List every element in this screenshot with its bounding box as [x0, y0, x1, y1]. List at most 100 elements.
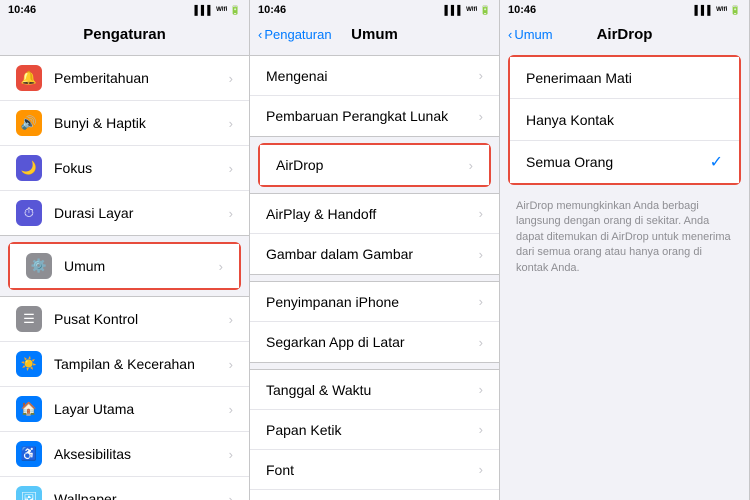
- panel1-header: Pengaturan: [0, 20, 249, 49]
- time-3: 10:46: [508, 4, 536, 16]
- row-font[interactable]: Font ›: [250, 450, 499, 490]
- display-icon: ☀️: [16, 351, 42, 377]
- panel3-header: ‹ Umum AirDrop: [500, 20, 749, 49]
- airplay-chevron: ›: [479, 206, 483, 221]
- row-sound[interactable]: 🔊 Bunyi & Haptik ›: [0, 101, 249, 146]
- background-chevron: ›: [479, 335, 483, 350]
- sound-icon: 🔊: [16, 110, 42, 136]
- option-contacts[interactable]: Hanya Kontak: [510, 99, 739, 141]
- group-top: 🔔 Pemberitahuan › 🔊 Bunyi & Haptik › 🌙 F…: [0, 55, 249, 236]
- access-chevron: ›: [229, 447, 233, 462]
- group-storage: Penyimpanan iPhone › Segarkan App di Lat…: [250, 281, 499, 363]
- wallpaper-label: Wallpaper: [54, 491, 229, 500]
- row-display[interactable]: ☀️ Tampilan & Kecerahan ›: [0, 342, 249, 387]
- row-screen[interactable]: ⏱ Durasi Layar ›: [0, 191, 249, 235]
- status-bar-3: 10:46 ▌▌▌ ᵂⁱᶠⁱ 🔋: [500, 0, 749, 20]
- update-label: Pembaruan Perangkat Lunak: [266, 108, 479, 124]
- display-label: Tampilan & Kecerahan: [54, 356, 229, 372]
- font-chevron: ›: [479, 462, 483, 477]
- option-everyone-label: Semua Orang: [526, 154, 710, 170]
- panel2-title: Umum: [351, 26, 398, 43]
- row-control[interactable]: ☰ Pusat Kontrol ›: [0, 297, 249, 342]
- airdrop-chevron: ›: [469, 158, 473, 173]
- group-control: ☰ Pusat Kontrol › ☀️ Tampilan & Keceraha…: [0, 296, 249, 500]
- about-chevron: ›: [479, 68, 483, 83]
- sound-chevron: ›: [229, 116, 233, 131]
- airdrop-list[interactable]: Penerimaan Mati Hanya Kontak Semua Orang…: [500, 49, 749, 500]
- row-general[interactable]: ⚙️ Umum ›: [10, 244, 239, 288]
- row-notif[interactable]: 🔔 Pemberitahuan ›: [0, 56, 249, 101]
- status-icons-2: ▌▌▌ ᵂⁱᶠⁱ 🔋: [445, 5, 491, 16]
- control-label: Pusat Kontrol: [54, 311, 229, 327]
- row-language[interactable]: Bahasa & Wilayah ›: [250, 490, 499, 500]
- storage-label: Penyimpanan iPhone: [266, 294, 479, 310]
- storage-chevron: ›: [479, 294, 483, 309]
- datetime-chevron: ›: [479, 382, 483, 397]
- focus-chevron: ›: [229, 161, 233, 176]
- panel2-header: ‹ Pengaturan Umum: [250, 20, 499, 49]
- airplay-label: AirPlay & Handoff: [266, 206, 479, 222]
- notif-label: Pemberitahuan: [54, 70, 229, 86]
- row-background[interactable]: Segarkan App di Latar ›: [250, 322, 499, 362]
- panel1-title: Pengaturan: [83, 26, 166, 43]
- screen-icon: ⏱: [16, 200, 42, 226]
- control-chevron: ›: [229, 312, 233, 327]
- option-everyone[interactable]: Semua Orang ✓: [510, 141, 739, 183]
- status-bar-2: 10:46 ▌▌▌ ᵂⁱᶠⁱ 🔋: [250, 0, 499, 20]
- access-icon: ♿: [16, 441, 42, 467]
- row-access[interactable]: ♿ Aksesibilitas ›: [0, 432, 249, 477]
- row-update[interactable]: Pembaruan Perangkat Lunak ›: [250, 96, 499, 136]
- row-airdrop[interactable]: AirDrop ›: [260, 145, 489, 185]
- option-off[interactable]: Penerimaan Mati: [510, 57, 739, 99]
- row-home[interactable]: 🏠 Layar Utama ›: [0, 387, 249, 432]
- home-label: Layar Utama: [54, 401, 229, 417]
- settings-panel: 10:46 ▌▌▌ ᵂⁱᶠⁱ 🔋 Pengaturan 🔔 Pemberitah…: [0, 0, 250, 500]
- wallpaper-chevron: ›: [229, 492, 233, 500]
- row-wallpaper[interactable]: 🖼 Wallpaper ›: [0, 477, 249, 500]
- focus-icon: 🌙: [16, 155, 42, 181]
- general-label: Umum: [64, 258, 219, 274]
- sound-label: Bunyi & Haptik: [54, 115, 229, 131]
- focus-label: Fokus: [54, 160, 229, 176]
- row-focus[interactable]: 🌙 Fokus ›: [0, 146, 249, 191]
- pip-label: Gambar dalam Gambar: [266, 246, 479, 262]
- general-panel: 10:46 ▌▌▌ ᵂⁱᶠⁱ 🔋 ‹ Pengaturan Umum Menge…: [250, 0, 500, 500]
- notif-chevron: ›: [229, 71, 233, 86]
- panel3-title: AirDrop: [597, 26, 653, 43]
- row-airplay[interactable]: AirPlay & Handoff ›: [250, 194, 499, 234]
- back-label-2: Pengaturan: [264, 27, 331, 42]
- settings-list[interactable]: 🔔 Pemberitahuan › 🔊 Bunyi & Haptik › 🌙 F…: [0, 49, 249, 500]
- row-about[interactable]: Mengenai ›: [250, 56, 499, 96]
- row-datetime[interactable]: Tanggal & Waktu ›: [250, 370, 499, 410]
- check-icon: ✓: [710, 152, 723, 172]
- airdrop-description: AirDrop memungkinkan Anda berbagi langsu…: [500, 191, 749, 284]
- row-pip[interactable]: Gambar dalam Gambar ›: [250, 234, 499, 274]
- option-contacts-label: Hanya Kontak: [526, 112, 723, 128]
- status-bar-1: 10:46 ▌▌▌ ᵂⁱᶠⁱ 🔋: [0, 0, 249, 20]
- group-general-highlighted: ⚙️ Umum ›: [8, 242, 241, 290]
- airdrop-label: AirDrop: [276, 157, 469, 173]
- group-about: Mengenai › Pembaruan Perangkat Lunak ›: [250, 55, 499, 137]
- back-button-2[interactable]: ‹ Pengaturan: [258, 27, 332, 42]
- row-keyboard[interactable]: Papan Ketik ›: [250, 410, 499, 450]
- background-label: Segarkan App di Latar: [266, 334, 479, 350]
- pip-chevron: ›: [479, 247, 483, 262]
- row-storage[interactable]: Penyimpanan iPhone ›: [250, 282, 499, 322]
- screen-chevron: ›: [229, 206, 233, 221]
- screen-label: Durasi Layar: [54, 205, 229, 221]
- status-icons-1: ▌▌▌ ᵂⁱᶠⁱ 🔋: [195, 5, 241, 16]
- time-1: 10:46: [8, 4, 36, 16]
- group-airplay: AirPlay & Handoff › Gambar dalam Gambar …: [250, 193, 499, 275]
- back-button-3[interactable]: ‹ Umum: [508, 27, 553, 42]
- display-chevron: ›: [229, 357, 233, 372]
- general-list[interactable]: Mengenai › Pembaruan Perangkat Lunak › A…: [250, 49, 499, 500]
- home-icon: 🏠: [16, 396, 42, 422]
- general-chevron: ›: [219, 259, 223, 274]
- home-chevron: ›: [229, 402, 233, 417]
- general-icon: ⚙️: [26, 253, 52, 279]
- notif-icon: 🔔: [16, 65, 42, 91]
- update-chevron: ›: [479, 109, 483, 124]
- font-label: Font: [266, 462, 479, 478]
- option-off-label: Penerimaan Mati: [526, 70, 723, 86]
- keyboard-label: Papan Ketik: [266, 422, 479, 438]
